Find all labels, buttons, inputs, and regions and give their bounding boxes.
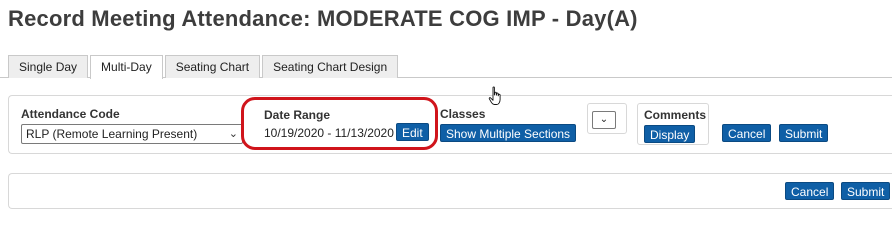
tab-strip: Single Day Multi-Day Seating Chart Seati… xyxy=(8,55,400,79)
footer-action-panel: Cancel Submit xyxy=(8,173,892,209)
section-select[interactable]: ⌄ xyxy=(592,111,616,129)
attendance-form-panel: Attendance Code RLP (Remote Learning Pre… xyxy=(8,95,892,154)
tab-multi-day[interactable]: Multi-Day xyxy=(90,55,163,79)
cancel-button[interactable]: Cancel xyxy=(722,124,772,142)
attendance-code-value: RLP (Remote Learning Present) xyxy=(26,127,198,141)
comments-field: Comments Display xyxy=(637,103,709,145)
section-select-container: ⌄ xyxy=(587,103,627,134)
tab-single-day[interactable]: Single Day xyxy=(8,55,89,78)
classes-label: Classes xyxy=(440,107,486,121)
submit-button[interactable]: Submit xyxy=(779,124,829,142)
show-multiple-sections-button[interactable]: Show Multiple Sections xyxy=(440,124,577,142)
tab-seating-chart[interactable]: Seating Chart xyxy=(164,55,261,78)
footer-submit-button[interactable]: Submit xyxy=(841,182,891,200)
comments-label: Comments xyxy=(644,108,707,122)
attendance-code-select[interactable]: RLP (Remote Learning Present) ⌄ xyxy=(21,124,243,144)
classes-field: Classes Show Multiple Sections xyxy=(440,107,577,142)
attendance-code-label: Attendance Code xyxy=(21,107,120,121)
date-range-highlight xyxy=(241,97,438,150)
attendance-code-field: Attendance Code RLP (Remote Learning Pre… xyxy=(21,107,243,144)
chevron-down-icon: ⌄ xyxy=(599,114,609,125)
hand-pointer-icon xyxy=(488,86,501,105)
chevron-down-icon: ⌄ xyxy=(228,128,238,140)
footer-cancel-button[interactable]: Cancel xyxy=(785,182,835,200)
tab-seating-chart-design[interactable]: Seating Chart Design xyxy=(262,55,399,78)
display-comments-button[interactable]: Display xyxy=(644,125,696,143)
page-title: Record Meeting Attendance: MODERATE COG … xyxy=(8,6,638,31)
